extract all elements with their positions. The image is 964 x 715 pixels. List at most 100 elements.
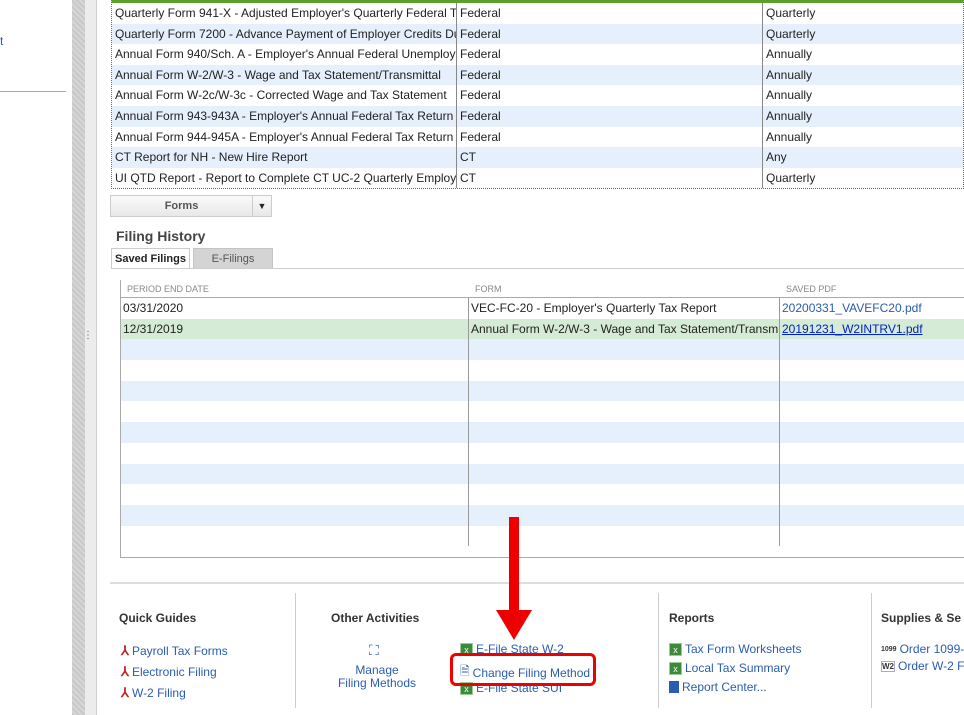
form-frequency: Quarterly	[766, 6, 816, 20]
form-frequency: Quarterly	[766, 26, 816, 41]
link-label[interactable]: Order W-2 Fo	[898, 659, 964, 673]
link-electronic-filing[interactable]: ⅄ Electronic Filing	[121, 664, 217, 680]
form-jurisdiction: Federal	[457, 126, 763, 148]
form-frequency: Annually	[766, 67, 813, 82]
form-1099-icon: 1099	[881, 645, 897, 653]
forms-button[interactable]: Forms ▼	[110, 195, 272, 217]
form-row[interactable]: Annual Form W-2/W-3 - Wage and Tax State…	[112, 64, 963, 86]
cell	[121, 360, 469, 381]
empty-row	[121, 525, 964, 547]
panel-splitter[interactable]	[72, 0, 85, 715]
cell	[780, 464, 964, 485]
filing-history-title: Filing History	[116, 228, 206, 244]
period-end-date: 03/31/2020	[121, 298, 469, 319]
form-name: Annual Form W-2/W-3 - Wage and Tax State…	[112, 64, 457, 86]
manage-filing-methods-link[interactable]: Manage Filing Methods	[330, 664, 424, 690]
cell	[121, 422, 469, 443]
form-row[interactable]: CT Report for NH - New Hire Report CT Any	[112, 147, 963, 168]
cell	[121, 525, 469, 547]
excel-icon: x	[669, 661, 682, 675]
link-label[interactable]: W-2 Filing	[132, 686, 186, 700]
cell	[121, 380, 469, 402]
cell	[469, 339, 780, 361]
annotation-arrow	[509, 517, 519, 612]
cell	[121, 442, 469, 464]
other-activities-title: Other Activities	[331, 611, 420, 625]
empty-row	[121, 339, 964, 361]
annotation-arrow-head	[496, 610, 532, 640]
left-panel	[0, 0, 72, 715]
report-icon	[669, 681, 679, 693]
form-jurisdiction: Federal	[457, 105, 763, 127]
column-header-saved-pdf[interactable]: SAVED PDF	[780, 280, 964, 297]
form-row[interactable]: Quarterly Form 7200 - Advance Payment of…	[112, 23, 963, 45]
form-name: Quarterly Form 7200 - Advance Payment of…	[112, 23, 457, 45]
cell	[469, 422, 780, 443]
left-panel-link[interactable]: t	[0, 34, 3, 48]
form-jurisdiction: Federal	[457, 85, 763, 106]
saved-pdf-link[interactable]: 20200331_VAVEFC20.pdf	[780, 298, 964, 319]
link-tax-form-worksheets[interactable]: x Tax Form Worksheets	[669, 642, 801, 656]
form-row[interactable]: Annual Form W-2c/W-3c - Corrected Wage a…	[112, 85, 963, 106]
link-label[interactable]: Order 1099-M	[900, 642, 964, 656]
divider	[871, 593, 872, 708]
link-order-w2[interactable]: W2 Order W-2 Fo	[881, 659, 964, 673]
cell	[780, 401, 964, 422]
empty-row	[121, 422, 964, 443]
form-jurisdiction: Federal	[457, 64, 763, 86]
link-order-1099[interactable]: 1099Order 1099-M	[881, 642, 964, 656]
table-row[interactable]: 03/31/2020 VEC-FC-20 - Employer's Quarter…	[121, 298, 964, 319]
form-row[interactable]: Annual Form 940/Sch. A - Employer's Annu…	[112, 44, 963, 65]
link-label[interactable]: Electronic Filing	[132, 665, 217, 679]
link-payroll-tax-forms[interactable]: ⅄ Payroll Tax Forms	[121, 643, 228, 659]
saved-pdf-link[interactable]: 20191231_W2INTRV1.pdf	[780, 319, 964, 340]
form-jurisdiction: Federal	[457, 23, 763, 45]
form-jurisdiction: Federal	[457, 3, 763, 24]
cell	[780, 381, 964, 402]
empty-row	[121, 484, 964, 505]
form-name: Annual Form W-2/W-3 - Wage and Tax State…	[469, 318, 780, 340]
gutter	[85, 0, 97, 715]
link-w2-filing[interactable]: ⅄ W-2 Filing	[121, 685, 186, 701]
form-row[interactable]: Annual Form 944-945A - Employer's Annual…	[112, 126, 963, 148]
form-frequency: Annually	[766, 88, 813, 103]
saved-filings-table: PERIOD END DATE FORM SAVED PDF 03/31/202…	[120, 280, 964, 558]
form-name: Quarterly Form 941-X - Adjusted Employer…	[112, 3, 457, 24]
link-report-center[interactable]: Report Center...	[669, 680, 767, 694]
tab-saved-filings[interactable]: Saved Filings	[111, 248, 190, 269]
cell	[780, 505, 964, 526]
empty-row	[121, 504, 964, 526]
column-header-form[interactable]: FORM	[469, 280, 780, 297]
form-name: Annual Form 940/Sch. A - Employer's Annu…	[112, 44, 457, 65]
manage-filing-methods-icon[interactable]: ⛶	[369, 642, 379, 659]
link-local-tax-summary[interactable]: x Local Tax Summary	[669, 661, 790, 675]
link-label[interactable]: Tax Form Worksheets	[685, 642, 801, 656]
form-row[interactable]: Quarterly Form 941-X - Adjusted Employer…	[112, 3, 963, 24]
quick-guides-title: Quick Guides	[119, 611, 197, 625]
column-header-period-end[interactable]: PERIOD END DATE	[121, 280, 469, 297]
cell	[469, 360, 780, 381]
tab-e-filings[interactable]: E-Filings	[193, 248, 273, 269]
form-jurisdiction: Federal	[457, 44, 763, 65]
grip-icon[interactable]: ⋮	[83, 330, 93, 341]
table-row-selected[interactable]: 12/31/2019 Annual Form W-2/W-3 - Wage and…	[121, 318, 964, 340]
form-frequency: Annually	[766, 129, 813, 144]
link-label[interactable]: Filing Methods	[330, 677, 424, 690]
divider	[110, 582, 964, 584]
forms-table: (function(){const d=JSON.parse(document.…	[111, 0, 964, 190]
form-jurisdiction: CT	[457, 167, 763, 189]
table-header: PERIOD END DATE FORM SAVED PDF	[121, 280, 964, 298]
dropdown-arrow-icon[interactable]: ▼	[253, 196, 271, 216]
cell	[121, 339, 469, 361]
forms-button-label[interactable]: Forms	[111, 196, 253, 216]
link-label[interactable]: Local Tax Summary	[685, 661, 790, 675]
link-label[interactable]: Report Center...	[682, 680, 767, 694]
form-w2-icon: W2	[881, 660, 895, 672]
form-row[interactable]: Annual Form 943-943A - Employer's Annual…	[112, 105, 963, 127]
divider	[658, 593, 659, 708]
form-name: VEC-FC-20 - Employer's Quarterly Tax Rep…	[469, 298, 780, 319]
link-label[interactable]: Payroll Tax Forms	[132, 644, 228, 658]
cell	[121, 504, 469, 526]
form-row[interactable]: UI QTD Report - Report to Complete CT UC…	[112, 167, 963, 189]
form-name: Annual Form 944-945A - Employer's Annual…	[112, 126, 457, 148]
